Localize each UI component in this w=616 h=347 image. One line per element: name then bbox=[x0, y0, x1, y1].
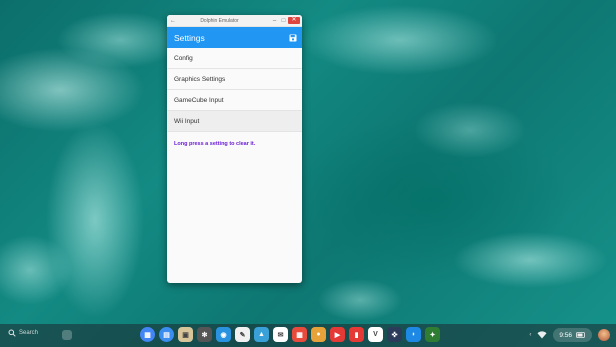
photos-icon[interactable]: ▣ bbox=[178, 327, 193, 342]
dolphin-window: ← Dolphin Emulator – □ ✕ Settings Config… bbox=[167, 15, 302, 283]
mail-icon[interactable]: ✉ bbox=[273, 327, 288, 342]
settings-list: Config Graphics Settings GameCube Input … bbox=[167, 48, 302, 132]
system-tray[interactable]: ‹ 9:56 bbox=[529, 328, 610, 342]
search-placeholder: Search bbox=[19, 330, 39, 336]
calendar-icon[interactable]: ▦ bbox=[292, 327, 307, 342]
notes-icon[interactable]: ✎ bbox=[235, 327, 250, 342]
window-titlebar: ← Dolphin Emulator – □ ✕ bbox=[167, 15, 302, 27]
chat-icon[interactable]: ◉ bbox=[216, 327, 231, 342]
minimize-icon[interactable]: – bbox=[270, 17, 279, 25]
steering-icon[interactable]: ✻ bbox=[197, 327, 212, 342]
save-icon[interactable] bbox=[289, 34, 297, 42]
vectorize-icon[interactable]: V bbox=[368, 327, 383, 342]
battery-icon bbox=[576, 332, 585, 338]
taskbar: Search ▦ ▤ ▣ ✻ ◉ ✎ ▲ ✉ ▦ ● ▶ ▮ V ✜ ◗ ✦ ‹ 9:56 bbox=[0, 324, 616, 347]
clock: 9:56 bbox=[559, 331, 572, 339]
page-title: Settings bbox=[174, 32, 205, 43]
menu-item-label: Wii Input bbox=[174, 117, 200, 125]
app-launcher-icon[interactable]: ▦ bbox=[140, 327, 155, 342]
chevron-left-icon[interactable]: ‹ bbox=[529, 332, 531, 338]
menu-item-label: GameCube Input bbox=[174, 96, 224, 104]
close-icon[interactable]: ✕ bbox=[288, 17, 300, 24]
news-icon[interactable]: ▮ bbox=[349, 327, 364, 342]
chrome-icon[interactable]: ● bbox=[311, 327, 326, 342]
clock-pill[interactable]: 9:56 bbox=[553, 328, 592, 342]
maximize-icon[interactable]: □ bbox=[279, 17, 288, 25]
app-dock: ▦ ▤ ▣ ✻ ◉ ✎ ▲ ✉ ▦ ● ▶ ▮ V ✜ ◗ ✦ bbox=[140, 327, 440, 342]
menu-item-gamecube-input[interactable]: GameCube Input bbox=[167, 90, 302, 111]
hint-text: Long press a setting to clear it. bbox=[174, 141, 256, 147]
dolphin-icon[interactable]: ◗ bbox=[406, 327, 421, 342]
avatar[interactable] bbox=[598, 329, 610, 341]
menu-item-label: Graphics Settings bbox=[174, 75, 226, 83]
search-icon bbox=[8, 329, 16, 337]
menu-item-graphics-settings[interactable]: Graphics Settings bbox=[167, 69, 302, 90]
gallery-icon[interactable]: ▲ bbox=[254, 327, 269, 342]
app-bar: Settings bbox=[167, 27, 302, 48]
wifi-icon[interactable] bbox=[537, 331, 547, 339]
window-title: Dolphin Emulator bbox=[200, 17, 239, 24]
menu-item-label: Config bbox=[174, 54, 193, 62]
menu-item-config[interactable]: Config bbox=[167, 48, 302, 69]
games-icon[interactable]: ✜ bbox=[387, 327, 402, 342]
menu-item-wii-input[interactable]: Wii Input bbox=[167, 111, 302, 132]
bird-icon[interactable]: ✦ bbox=[425, 327, 440, 342]
search-box[interactable]: Search bbox=[8, 329, 38, 337]
files-icon[interactable]: ▤ bbox=[159, 327, 174, 342]
assistant-icon[interactable] bbox=[62, 330, 72, 340]
youtube-icon[interactable]: ▶ bbox=[330, 327, 345, 342]
